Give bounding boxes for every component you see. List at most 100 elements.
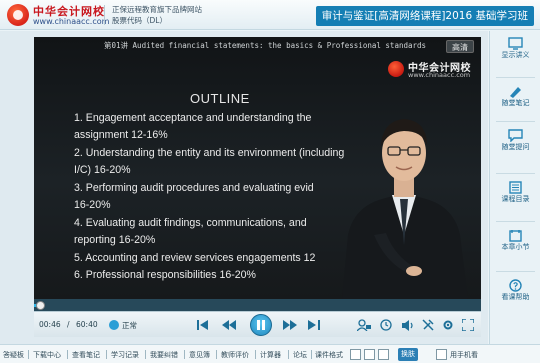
outline-line: 5. Accounting and review services engage… (74, 252, 316, 264)
progress-bar[interactable] (34, 299, 481, 311)
sidebar-item-notes[interactable]: 随堂笔记 (490, 83, 540, 123)
sidebar-divider (496, 173, 535, 174)
chapter-icon (509, 230, 522, 242)
skip-back-icon (197, 320, 208, 330)
sidebar-divider (496, 271, 535, 272)
rewind-icon (222, 320, 236, 330)
skin-button[interactable]: 换肤 (398, 348, 418, 361)
footer-link-teacher-rating[interactable]: 教师评价 (221, 350, 249, 360)
footer-divider (67, 350, 68, 359)
rewind-button[interactable] (220, 316, 238, 334)
footer-divider (255, 350, 256, 359)
watermark-url: www.chinaacc.com (408, 71, 471, 79)
stock-code: 股票代码（DL） (112, 16, 167, 25)
current-time: 00:46 (39, 320, 61, 329)
sidebar-divider (496, 121, 535, 122)
next-button[interactable] (305, 316, 323, 334)
format-option-icon[interactable] (378, 349, 389, 360)
tools-icon (422, 319, 434, 331)
sidebar-item-label: 随堂提问 (501, 143, 530, 151)
pause-button[interactable] (250, 314, 272, 336)
sidebar-item-lecture[interactable]: 显示讲义 (490, 35, 540, 75)
volume-icon (401, 319, 413, 331)
footer-link-notes[interactable]: 查看笔记 (72, 350, 100, 360)
outline-line: 16-20% (74, 199, 111, 211)
gear-icon (443, 320, 453, 330)
fast-forward-button[interactable] (281, 316, 299, 334)
bottom-toolbar: 答疑板 下载中心 查看笔记 学习记录 我要纠错 意见簿 教师评价 计算器 论坛 … (0, 344, 540, 363)
sidebar-item-catalog[interactable]: 课程目录 (490, 179, 540, 219)
sidebar-item-chapter[interactable]: 本章小节 (490, 227, 540, 267)
footer-link-downloads[interactable]: 下载中心 (33, 350, 61, 360)
footer-link-mobile[interactable]: 用手机看 (450, 350, 478, 360)
volume-button[interactable] (399, 316, 417, 334)
options-button[interactable] (439, 316, 457, 334)
outline-line: reporting 16-20% (74, 234, 156, 246)
lesson-title: 第01讲 Audited financial statements: the b… (104, 41, 427, 50)
person-icon (357, 319, 371, 331)
presenter-figure (342, 119, 468, 299)
history-button[interactable] (377, 316, 395, 334)
total-time: 60:40 (76, 320, 98, 329)
pause-icon (257, 320, 265, 330)
format-option-icon[interactable] (350, 349, 361, 360)
progress-handle[interactable] (35, 301, 45, 310)
video-watermark: 中华会计网校 www.chinaacc.com (388, 59, 480, 79)
outline-line: assignment 12-16% (74, 129, 168, 141)
course-title: 审计与鉴证[高清网络课程]2016 基础学习班 (315, 6, 534, 26)
top-header: 中华会计网校 www.chinaacc.com 正保远程教育旗下品牌网站 股票代… (0, 0, 540, 30)
footer-divider (145, 350, 146, 359)
outline-line: 6. Professional responsibilities 16-20% (74, 269, 256, 281)
header-divider (104, 5, 105, 25)
sidebar-divider (496, 221, 535, 222)
speed-icon[interactable] (109, 320, 119, 330)
settings-button[interactable] (419, 316, 437, 334)
catalog-icon (509, 181, 522, 194)
fast-forward-icon (283, 320, 297, 330)
sidebar-item-label: 本章小节 (501, 243, 530, 251)
teacher-button[interactable] (355, 316, 373, 334)
video-player[interactable]: 第01讲 Audited financial statements: the b… (34, 37, 481, 299)
sidebar-item-label: 课程目录 (501, 195, 530, 203)
format-option-icon[interactable] (364, 349, 375, 360)
skip-forward-icon (308, 320, 320, 330)
footer-link-qa[interactable]: 答疑板 (3, 350, 24, 360)
footer-divider (28, 350, 29, 359)
sidebar-item-label: 看课帮助 (501, 293, 530, 301)
footer-divider (184, 350, 185, 359)
logo-url[interactable]: www.chinaacc.com (33, 17, 109, 26)
footer-link-calculator[interactable]: 计算器 (260, 350, 281, 360)
outline-line: 3. Performing audit procedures and evalu… (74, 182, 314, 194)
footer-link-forum[interactable]: 论坛 (293, 350, 307, 360)
right-sidebar: 显示讲义 随堂笔记 随堂提问 课程目录 本章小节 看课帮助 (489, 31, 540, 344)
sidebar-item-label: 显示讲义 (501, 51, 530, 59)
lecture-icon (508, 37, 523, 50)
sidebar-item-help[interactable]: 看课帮助 (490, 277, 540, 317)
outline-heading: OUTLINE (190, 91, 250, 106)
clock-icon (380, 319, 392, 331)
footer-divider (216, 350, 217, 359)
site-tagline: 正保远程教育旗下品牌网站 (112, 5, 202, 14)
time-separator: / (67, 320, 70, 329)
hd-quality-button[interactable]: 高清 (446, 40, 474, 53)
footer-link-errata[interactable]: 我要纠错 (150, 350, 178, 360)
fullscreen-button[interactable] (459, 316, 477, 334)
outline-line: I/C) 16-20% (74, 164, 131, 176)
outline-line: 1. Engagement acceptance and understandi… (74, 112, 312, 124)
sidebar-divider (496, 77, 535, 78)
outline-line: 4. Evaluating audit findings, communicat… (74, 217, 307, 229)
help-icon (509, 279, 522, 292)
previous-button[interactable] (194, 316, 212, 334)
fullscreen-icon (462, 319, 474, 331)
speed-selector[interactable]: 正常 (122, 320, 137, 331)
logo-icon (7, 4, 29, 26)
note-icon (510, 87, 521, 98)
footer-link-records[interactable]: 学习记录 (111, 350, 139, 360)
sidebar-item-label: 随堂笔记 (501, 99, 530, 107)
footer-link-format[interactable]: 课件格式 (315, 350, 343, 360)
question-icon (508, 129, 523, 142)
footer-divider (288, 350, 289, 359)
sidebar-item-questions[interactable]: 随堂提问 (490, 127, 540, 167)
footer-link-feedback[interactable]: 意见簿 (189, 350, 210, 360)
footer-divider (311, 350, 312, 359)
